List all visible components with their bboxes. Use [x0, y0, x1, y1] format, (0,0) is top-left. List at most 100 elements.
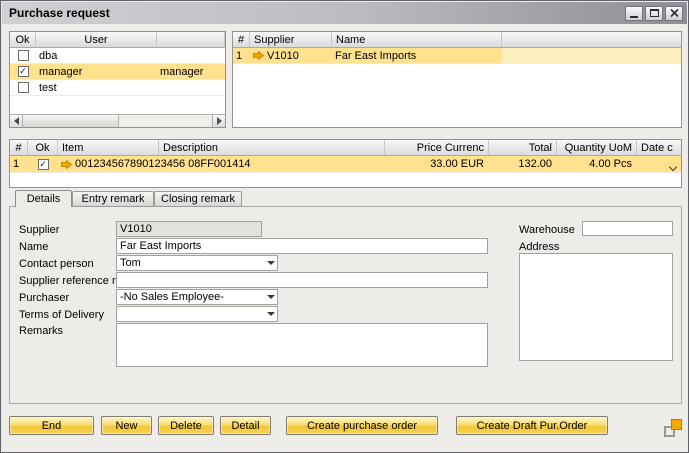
scroll-left-button[interactable]	[10, 115, 23, 127]
tab-details[interactable]: Details	[15, 190, 72, 207]
user-dba-checkbox[interactable]	[18, 50, 29, 61]
purchaser-label: Purchaser	[19, 290, 69, 305]
detail-button[interactable]: Detail	[220, 416, 271, 435]
users-col-ok[interactable]: Ok	[10, 32, 36, 47]
window-title: Purchase request	[6, 6, 110, 20]
suppliers-panel: # Supplier Name 1 V1010 Far East Imports	[232, 31, 682, 128]
item-price: 33.00 EUR	[385, 156, 489, 172]
item-row[interactable]: 1 ✓ 001234567890123456 08FF001414 33.00 …	[10, 156, 681, 173]
chevron-down-icon	[669, 162, 677, 170]
warehouse-label: Warehouse	[519, 222, 575, 237]
item-total: 132.00	[489, 156, 557, 172]
scrollbar-track[interactable]	[119, 115, 212, 127]
user-manager-name: manager	[36, 64, 157, 79]
user-row-dba[interactable]: dba	[10, 48, 225, 64]
maximize-button[interactable]	[645, 6, 663, 21]
end-button[interactable]: End	[9, 416, 94, 435]
create-purchase-order-button[interactable]: Create purchase order	[286, 416, 438, 435]
user-row-test[interactable]: test	[10, 80, 225, 96]
user-test-name: test	[36, 80, 157, 95]
suppliers-empty-area	[233, 64, 681, 127]
delete-button[interactable]: Delete	[158, 416, 214, 435]
scroll-right-button[interactable]	[212, 115, 225, 127]
item-code-text[interactable]: 001234567890123456 08FF001414	[75, 158, 251, 170]
items-col-total[interactable]: Total	[489, 140, 557, 155]
supplier-reference-input[interactable]	[116, 272, 488, 288]
user-row-manager[interactable]: ✓ manager manager	[10, 64, 225, 80]
users-col-extra	[157, 32, 225, 47]
supplier-row[interactable]: 1 V1010 Far East Imports	[233, 48, 681, 64]
suppliers-header-row: # Supplier Name	[233, 32, 681, 48]
supplier-reference-label: Supplier reference nu	[19, 273, 124, 288]
supplier-label: Supplier	[19, 222, 59, 237]
supplier-code[interactable]: V1010	[267, 50, 299, 62]
items-header-row: # Ok Item Description Price Currenc Tota…	[10, 140, 681, 156]
scroll-left-icon	[14, 117, 19, 125]
items-col-price[interactable]: Price Currenc	[385, 140, 489, 155]
dropdown-arrow-icon[interactable]	[264, 256, 277, 270]
terms-of-delivery-dropdown[interactable]	[116, 306, 278, 322]
item-code-cell: 001234567890123456 08FF001414	[58, 156, 385, 172]
users-col-user[interactable]: User	[36, 32, 157, 47]
tab-closing-remark[interactable]: Closing remark	[154, 191, 242, 207]
scrollbar-thumb[interactable]	[23, 115, 119, 127]
close-button[interactable]	[665, 6, 683, 21]
user-dba-name: dba	[36, 48, 157, 63]
user-test-extra	[157, 80, 225, 95]
form-mode-icon[interactable]	[664, 419, 682, 437]
items-col-ok[interactable]: Ok	[28, 140, 58, 155]
contact-person-dropdown[interactable]: Tom	[116, 255, 278, 271]
grid-scroll-down-button[interactable]	[667, 162, 679, 174]
user-manager-checkbox[interactable]: ✓	[18, 66, 29, 77]
dropdown-arrow-icon[interactable]	[264, 290, 277, 304]
item-quantity: 4.00 Pcs	[557, 156, 637, 172]
triangle-down-icon	[267, 261, 275, 265]
remarks-textarea[interactable]	[116, 323, 488, 367]
users-header-row: Ok User	[10, 32, 225, 48]
supplier-field[interactable]	[116, 221, 262, 237]
items-empty-area	[10, 173, 681, 187]
item-row-num: 1	[10, 156, 28, 172]
remarks-label: Remarks	[19, 323, 63, 338]
contact-person-value: Tom	[117, 257, 264, 269]
new-button[interactable]: New	[101, 416, 152, 435]
user-manager-ok-cell: ✓	[10, 64, 36, 79]
window-controls	[625, 6, 683, 21]
name-label: Name	[19, 239, 48, 254]
items-col-item[interactable]: Item	[58, 140, 159, 155]
warehouse-field[interactable]	[582, 221, 673, 236]
items-col-quantity[interactable]: Quantity UoM	[557, 140, 637, 155]
dropdown-arrow-icon[interactable]	[264, 307, 277, 321]
close-icon	[670, 9, 679, 17]
users-empty-area	[10, 96, 225, 114]
items-col-num[interactable]: #	[10, 140, 28, 155]
suppliers-col-name[interactable]: Name	[332, 32, 502, 47]
items-grid: # Ok Item Description Price Currenc Tota…	[9, 139, 682, 188]
suppliers-col-supplier[interactable]: Supplier	[250, 32, 332, 47]
purchaser-dropdown[interactable]: -No Sales Employee-	[116, 289, 278, 305]
user-test-ok-cell	[10, 80, 36, 95]
titlebar[interactable]: Purchase request	[2, 2, 687, 24]
minimize-icon	[630, 16, 638, 18]
users-hscrollbar[interactable]	[10, 114, 225, 127]
triangle-down-icon	[267, 295, 275, 299]
purchase-request-window: Purchase request Ok User dba ✓ manager m…	[0, 0, 689, 453]
user-test-checkbox[interactable]	[18, 82, 29, 93]
create-draft-purchase-order-button[interactable]: Create Draft Pur.Order	[456, 416, 608, 435]
items-col-description[interactable]: Description	[159, 140, 385, 155]
item-ok-cell: ✓	[28, 156, 58, 172]
user-dba-extra	[157, 48, 225, 63]
minimize-button[interactable]	[625, 6, 643, 21]
supplier-name: Far East Imports	[332, 48, 502, 63]
item-checkbox[interactable]: ✓	[38, 159, 49, 170]
item-link-arrow-icon[interactable]	[61, 160, 72, 169]
address-textarea[interactable]	[519, 253, 673, 361]
items-col-date[interactable]: Date c	[637, 140, 681, 155]
scroll-right-icon	[217, 117, 222, 125]
link-arrow-icon[interactable]	[253, 51, 264, 60]
user-dba-ok-cell	[10, 48, 36, 63]
name-field[interactable]	[116, 238, 488, 254]
tab-entry-remark[interactable]: Entry remark	[72, 191, 154, 207]
suppliers-col-num[interactable]: #	[233, 32, 250, 47]
supplier-row-code-cell: V1010	[250, 48, 332, 63]
